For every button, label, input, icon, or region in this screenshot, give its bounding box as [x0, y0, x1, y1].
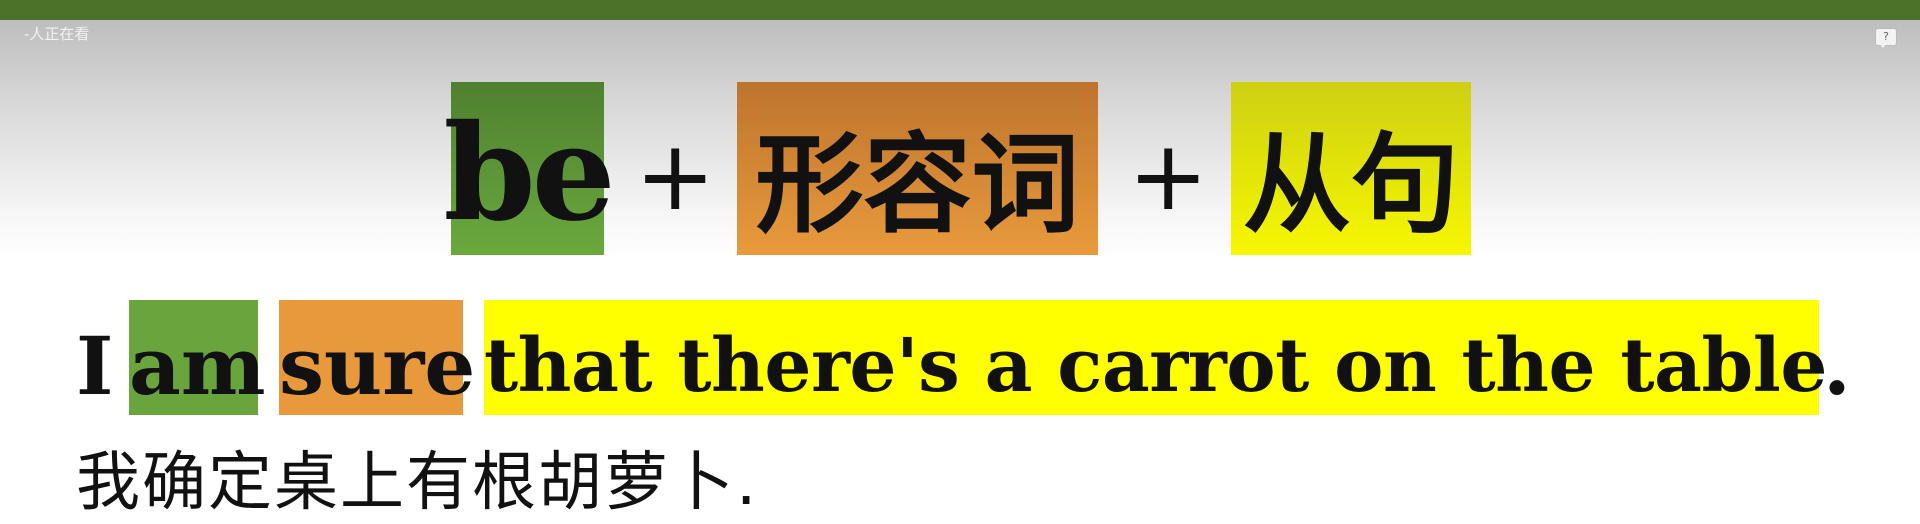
sentence-clause: that there's a carrot on the table	[484, 323, 1827, 409]
formula-plus-sign: +	[635, 120, 716, 232]
sentence-verb: am	[129, 319, 266, 413]
sentence-adjective: sure	[279, 319, 476, 413]
slide: -人正在看 ? be + 形容词 + 从句 I am sure that the…	[0, 0, 1920, 524]
viewer-count: -人正在看	[24, 25, 90, 43]
chinese-translation: 我确定桌上有根胡萝卜.	[76, 446, 759, 520]
formula-be-chip: be	[443, 82, 616, 255]
formula-adjective-chip: 形容词	[737, 82, 1098, 255]
sentence-subject: I	[76, 319, 114, 413]
top-bar	[0, 0, 1920, 20]
sentence-period: .	[1823, 319, 1851, 413]
help-icon[interactable]: ?	[1876, 29, 1896, 48]
formula-plus-sign: +	[1128, 120, 1209, 232]
formula-clause-chip: 从句	[1231, 82, 1471, 255]
